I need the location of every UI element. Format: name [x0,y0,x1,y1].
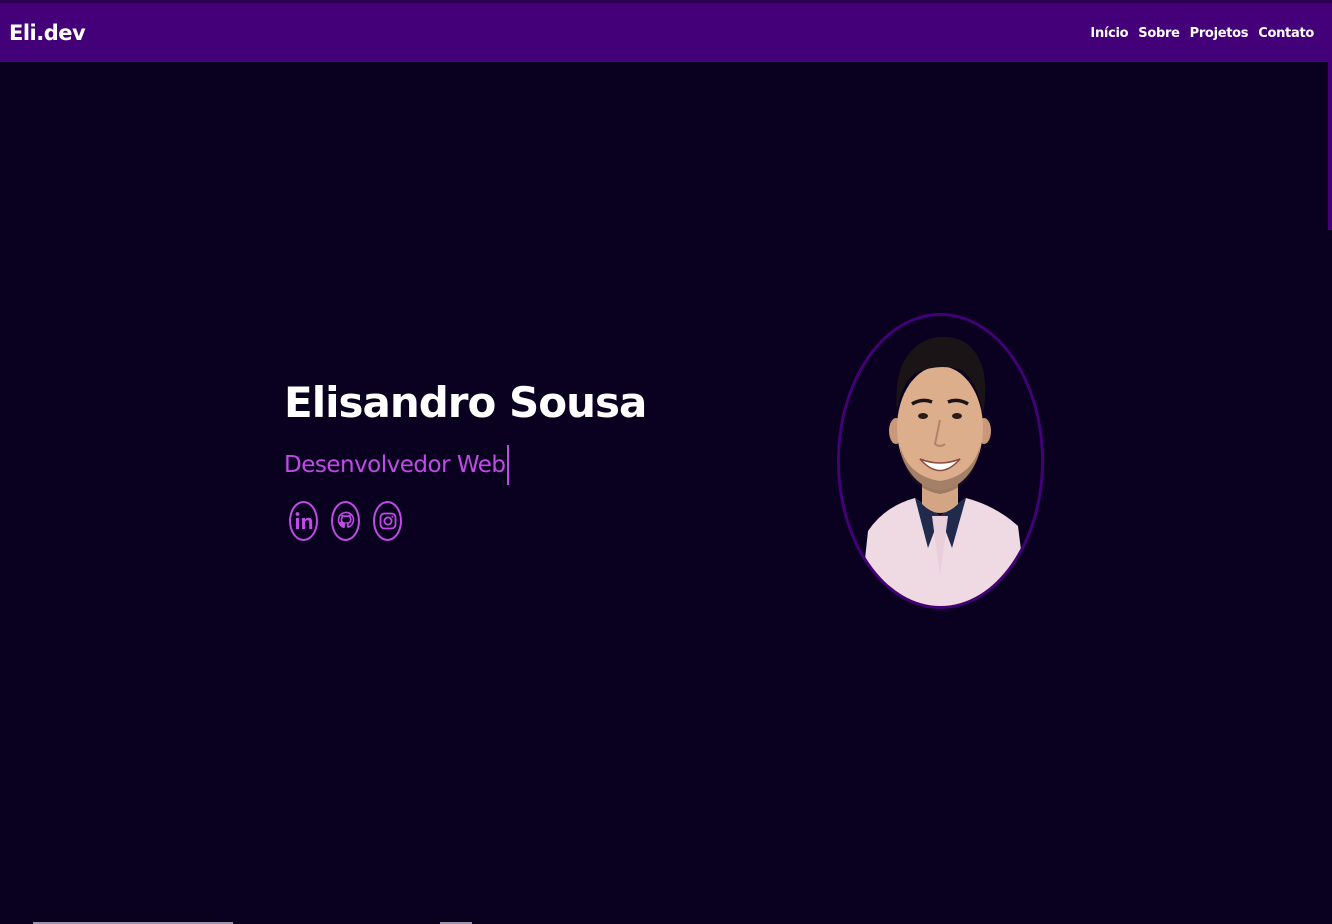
linkedin-link[interactable] [289,501,318,541]
top-navbar: Eli.dev Início Sobre Projetos Contato [0,0,1332,62]
hero-section: Elisandro Sousa Desenvolvedor Web [284,378,647,541]
github-icon [337,511,354,529]
linkedin-icon [295,512,312,529]
profile-photo [837,313,1044,609]
typing-caret [506,445,509,485]
nav-link-contato[interactable]: Contato [1258,26,1314,41]
hero-name: Elisandro Sousa [284,378,647,427]
nav-link-inicio[interactable]: Início [1090,26,1128,41]
profile-photo-image [840,316,1041,606]
instagram-icon [379,512,396,530]
social-links [289,501,646,541]
hero-role-text: Desenvolvedor Web [284,452,506,478]
instagram-link[interactable] [373,501,402,541]
scrollbar-thumb[interactable] [1328,62,1332,230]
main-nav: Início Sobre Projetos Contato [1090,26,1314,41]
github-link[interactable] [331,501,360,541]
nav-link-sobre[interactable]: Sobre [1138,26,1180,41]
nav-link-projetos[interactable]: Projetos [1190,26,1249,41]
hero-role: Desenvolvedor Web [284,445,509,485]
brand-logo[interactable]: Eli.dev [9,21,86,45]
